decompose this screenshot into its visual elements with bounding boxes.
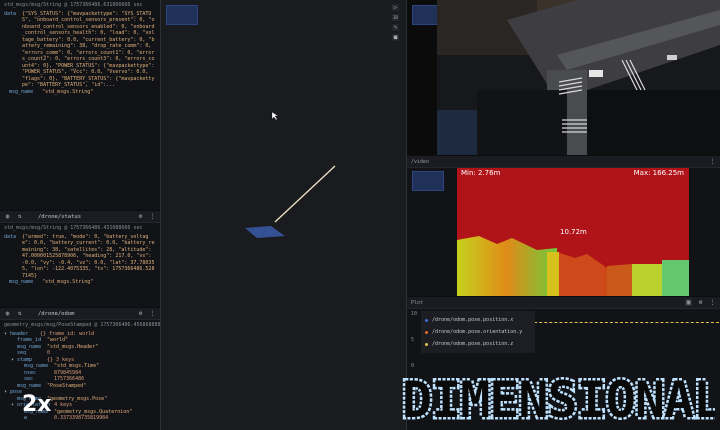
plot-title[interactable]: Plot [411, 300, 423, 306]
legend-swatch [425, 330, 428, 334]
message-timestamp: geometry_msgs/msg/PoseStamped @ 17573664… [4, 322, 160, 328]
legend-label: /drone/odom.pose.orientation.y [432, 329, 523, 335]
brand-text-fill: DIMENSIONAL [402, 372, 715, 424]
mouse-cursor-icon [271, 111, 279, 121]
data-key: data [4, 233, 17, 240]
panel-menu-icon[interactable]: ⋮ [149, 213, 156, 220]
legend-item[interactable]: /drone/odom.pose.orientation.y [425, 326, 531, 338]
stop-icon[interactable]: ■ [392, 34, 399, 41]
tree-value: 879845984 [54, 369, 82, 376]
ground-marker [245, 226, 285, 238]
column-divider[interactable] [406, 0, 407, 430]
topic-icon[interactable]: ◍ [4, 310, 11, 317]
depth-center-label: 10.72m [560, 228, 587, 236]
trajectory-line [274, 165, 336, 223]
msg-name-key: msg_name [9, 279, 34, 285]
plot-mode-icon[interactable]: ▦ [685, 299, 692, 306]
video-panel: /video ⋮ Min: 2.76m Max: 166.25m 10.72m [407, 156, 720, 296]
panel-settings-icon[interactable]: ⚙ [697, 299, 704, 306]
sort-icon[interactable]: ⇅ [16, 213, 23, 220]
panel-toolbar: /video ⋮ [407, 156, 720, 168]
panel-menu-icon[interactable]: ⋮ [709, 299, 716, 306]
legend-swatch [425, 318, 428, 322]
tree-value: 0.3373398735819984 [54, 415, 109, 421]
message-timestamp: std_msgs/msg/String @ 1757366486.6318666… [4, 2, 143, 8]
legend-swatch [425, 342, 428, 346]
aerial-camera-image [437, 0, 720, 155]
camera-image-panel[interactable] [407, 0, 720, 155]
sort-icon[interactable]: ⇅ [16, 310, 23, 317]
topic-title[interactable]: /drone/odom [38, 311, 74, 317]
drone-status-panel: ◍ ⇅ /drone/status ⚙ ⋮ std_msgs/msg/Strin… [0, 211, 160, 307]
message-data-row: data {"armed": true, "mode": 0, "battery… [0, 234, 160, 280]
tree-value: 4 keys [54, 402, 73, 408]
tree-value: "std_msgs.Time" [54, 363, 100, 369]
depth-min-label: Min: 2.76m [461, 169, 501, 177]
msg-name-value: "std_msgs.String" [42, 88, 94, 95]
data-value[interactable]: {"SYS_STATUS": {"mavpackettype": "SYS_ST… [22, 11, 156, 89]
video-title[interactable]: /video [411, 159, 429, 165]
topic-icon[interactable]: ◍ [4, 213, 11, 220]
legend-label: /drone/odom.pose.position.x [432, 317, 514, 323]
panel-settings-icon[interactable]: ⚙ [137, 310, 144, 317]
topic-title[interactable]: /drone/status [38, 214, 81, 220]
message-data-row: data {"SYS_STATUS": {"mavpackettype": "S… [0, 11, 160, 89]
scene-canvas[interactable] [161, 0, 406, 430]
legend-item[interactable]: /drone/odom.pose.position.z [425, 338, 531, 350]
video-thumbnail[interactable] [412, 171, 444, 191]
play-icon[interactable]: ▷ [392, 4, 399, 11]
brand-watermark: DIMENSIONAL DIMENSIONAL [400, 372, 715, 424]
tree-value: {} frame_id: world [40, 330, 95, 337]
depth-max-label: Max: 166.25m [633, 169, 684, 177]
plot-legend[interactable]: /drone/odom.pose.position.x/drone/odom.p… [421, 311, 535, 353]
data-key: data [4, 10, 17, 17]
tree-value: "geometry_msgs.Quaternion" [54, 408, 133, 415]
playback-speed-label: 2x [22, 392, 52, 417]
legend-item[interactable]: /drone/odom.pose.position.x [425, 314, 531, 326]
tree-value: 0 [47, 350, 51, 356]
plot-series-line [519, 322, 719, 323]
tree-value: "geometry_msgs.Pose" [47, 395, 108, 402]
panel-toolbar: ◍ ⇅ /drone/odom ⚙ ⋮ [0, 308, 160, 320]
tree-value: {} 3 keys [47, 356, 75, 363]
msg-name-key: msg_name [9, 88, 34, 95]
panel-toolbar: Plot ▦ ⚙ ⋮ [407, 297, 720, 309]
tree-value: "world" [47, 337, 69, 343]
data-value[interactable]: {"armed": true, "mode": 0, "battery_volt… [22, 234, 156, 280]
raw-message-panel: std_msgs/msg/String @ 1757366486.6318666… [0, 0, 160, 210]
panel-toolbar: ◍ ⇅ /drone/status ⚙ ⋮ [0, 211, 160, 223]
tree-value: "std_msgs.Header" [47, 343, 99, 350]
legend-label: /drone/odom.pose.position.z [432, 341, 514, 347]
message-timestamp: std_msgs/msg/String @ 1757366486.4310886… [4, 225, 143, 231]
column-divider[interactable] [160, 0, 161, 430]
tree-value: "PoseStamped" [47, 382, 87, 389]
ruler-icon[interactable]: ✎ [392, 24, 399, 31]
panel-menu-icon[interactable]: ⋮ [709, 158, 716, 165]
viewport-tools: ▷ 3D ✎ ■ [392, 4, 403, 41]
3d-viewport[interactable]: ▷ 3D ✎ ■ [161, 0, 406, 430]
panel-menu-icon[interactable]: ⋮ [149, 310, 156, 317]
panel-settings-icon[interactable]: ⚙ [137, 213, 144, 220]
msg-name-value: "std_msgs.String" [42, 279, 94, 285]
tree-value: 1757366486 [54, 376, 85, 382]
view-3d-icon[interactable]: 3D [392, 14, 399, 21]
